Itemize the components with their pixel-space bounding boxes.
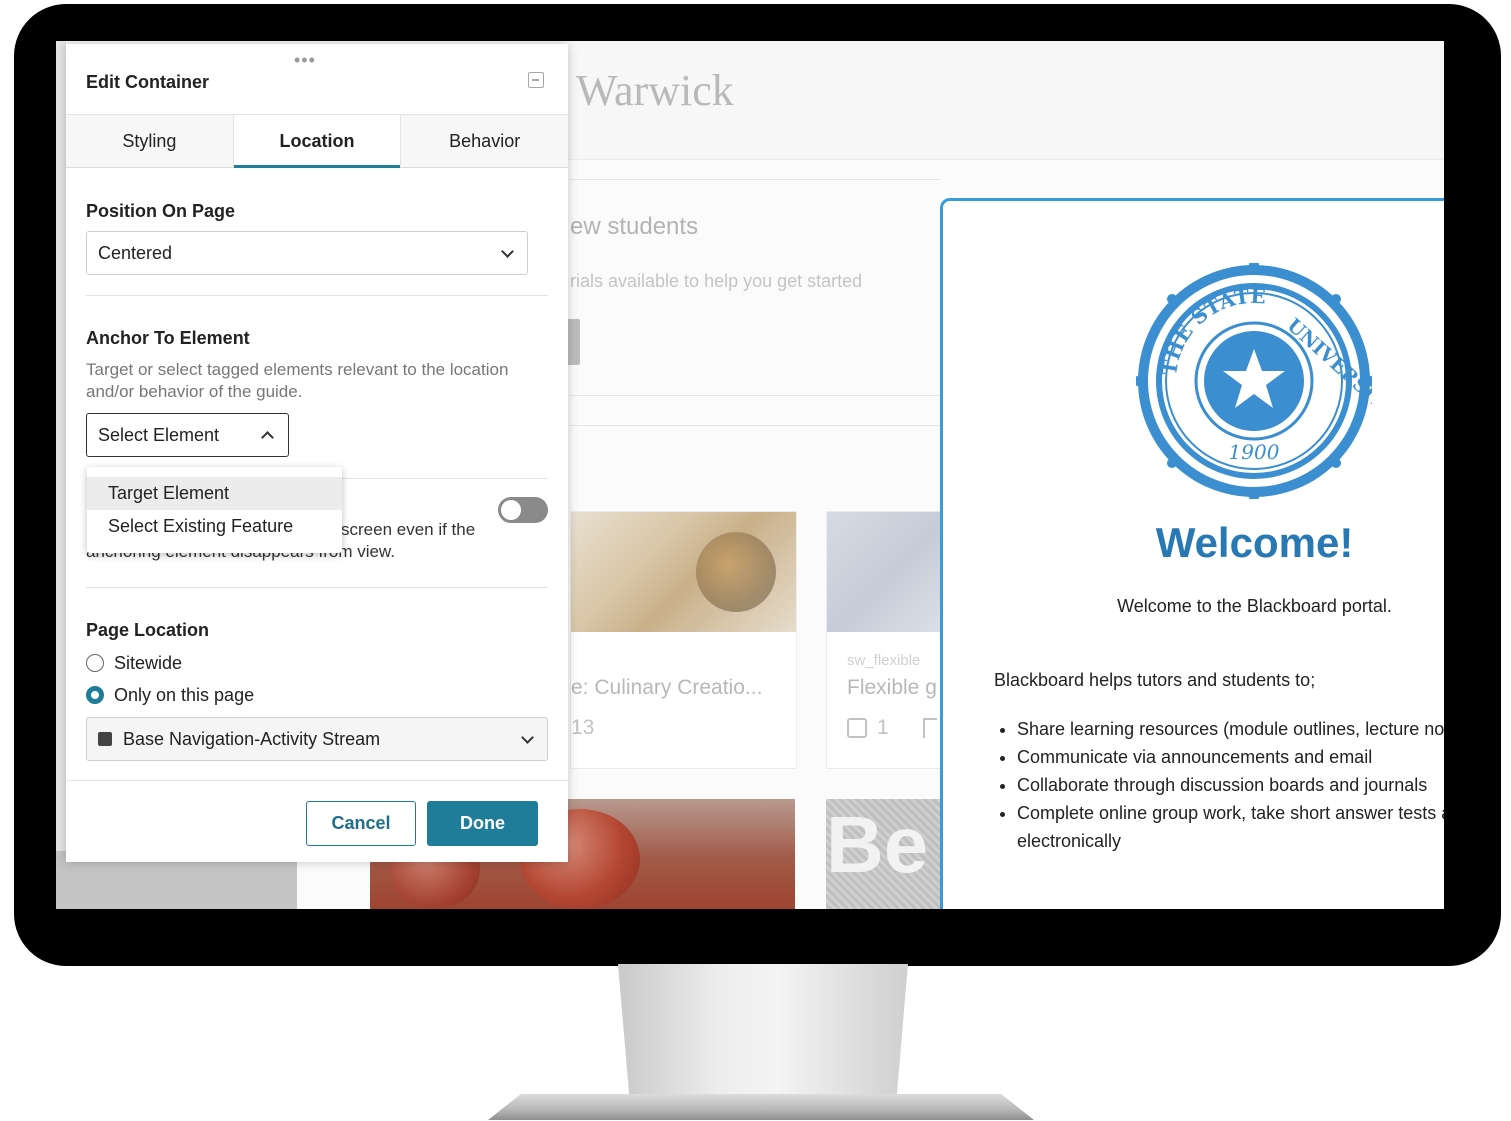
section-divider-2: [570, 395, 940, 396]
chevron-up-icon: [261, 431, 274, 444]
card-image-food: [571, 512, 796, 632]
course-card-culinary[interactable]: e: Culinary Creatio... 13: [570, 511, 797, 769]
menu-item-target-element[interactable]: Target Element: [87, 477, 342, 510]
card-title: e: Culinary Creatio...: [571, 676, 763, 699]
site-title: Warwick: [576, 66, 734, 115]
welcome-intro: Blackboard helps tutors and students to;: [994, 670, 1316, 690]
page-select-value: Base Navigation-Activity Stream: [123, 729, 381, 749]
radio-label: Sitewide: [114, 653, 183, 673]
page-square-icon: [98, 732, 112, 746]
card-overlay-text: Be: [826, 800, 929, 889]
section-divider-3: [570, 425, 940, 426]
card-title: Flexible g: [847, 676, 937, 699]
anchor-label: Anchor To Element: [86, 328, 250, 348]
monitor-stand-base: [488, 1094, 1034, 1120]
radio-button[interactable]: [86, 654, 104, 672]
radio-button[interactable]: [86, 686, 104, 704]
drag-handle-icon[interactable]: •••: [294, 50, 316, 71]
chevron-down-icon: [521, 731, 534, 744]
list-item: Share learning resources (module outline…: [1017, 715, 1444, 743]
course-card-be[interactable]: Be: [826, 799, 956, 909]
welcome-modal: THE STATE UNIVERSITY 1900 Welcome! Welco…: [940, 198, 1444, 909]
select-element-dropdown[interactable]: Select Element: [86, 413, 289, 457]
section-subtitle: rials available to help you get started: [570, 271, 863, 291]
puzzle-icon: [847, 718, 867, 738]
university-seal-icon: THE STATE UNIVERSITY 1900: [1136, 263, 1372, 499]
card-meta: 13: [571, 716, 595, 739]
left-strip: [56, 41, 66, 909]
radio-label: Only on this page: [114, 685, 255, 705]
tab-bar: Styling Location Behavior: [66, 114, 568, 168]
position-select[interactable]: Centered: [86, 231, 528, 275]
page-select[interactable]: Base Navigation-Activity Stream: [86, 717, 548, 761]
footer-divider: [66, 780, 568, 781]
list-item: Communicate via announcements and email: [1017, 743, 1444, 771]
welcome-list: Share learning resources (module outline…: [994, 715, 1444, 855]
section-title: ew students: [570, 213, 699, 240]
cancel-button[interactable]: Cancel: [306, 801, 416, 846]
seal-year: 1900: [1229, 440, 1280, 464]
divider: [86, 295, 548, 296]
card-meta: 1: [877, 716, 889, 739]
flag-icon: [923, 718, 937, 738]
welcome-text: Welcome to the Blackboard portal.: [1117, 596, 1392, 616]
screen: Warwick ew students rials available to h…: [56, 41, 1444, 909]
anchor-options-menu: Target Element Select Existing Feature: [87, 467, 342, 553]
position-on-page-label: Position On Page: [86, 201, 236, 221]
done-button[interactable]: Done: [427, 801, 538, 846]
divider: [86, 587, 548, 588]
anchor-helper-text: Target or select tagged elements relevan…: [86, 360, 509, 401]
tab-behavior[interactable]: Behavior: [401, 115, 568, 167]
toggle-knob: [501, 500, 521, 520]
menu-item-select-existing-feature[interactable]: Select Existing Feature: [87, 510, 342, 543]
monitor-stand-neck: [618, 964, 908, 1100]
list-item: Complete online group work, take short a…: [1017, 799, 1444, 855]
panel-title: Edit Container: [86, 72, 210, 92]
edit-container-panel: ••• Edit Container Styling Location Beha…: [66, 44, 568, 862]
card-tag: sw_flexible: [847, 652, 921, 669]
section-divider: [570, 179, 940, 180]
select-element-value: Select Element: [98, 425, 220, 445]
collapse-icon[interactable]: [528, 72, 544, 88]
welcome-title: Welcome!: [1155, 519, 1354, 566]
list-item: Collaborate through discussion boards an…: [1017, 771, 1444, 799]
tab-location[interactable]: Location: [232, 115, 402, 168]
position-select-value: Centered: [98, 243, 173, 263]
floating-toggle[interactable]: [498, 497, 548, 523]
course-card-flexible[interactable]: sw_flexible Flexible g 1: [826, 511, 958, 769]
tab-styling[interactable]: Styling: [66, 115, 233, 167]
chevron-down-icon: [501, 245, 514, 258]
monitor-frame: Warwick ew students rials available to h…: [14, 4, 1501, 966]
card-image-blue: [827, 512, 957, 632]
page-location-label: Page Location: [86, 620, 210, 640]
